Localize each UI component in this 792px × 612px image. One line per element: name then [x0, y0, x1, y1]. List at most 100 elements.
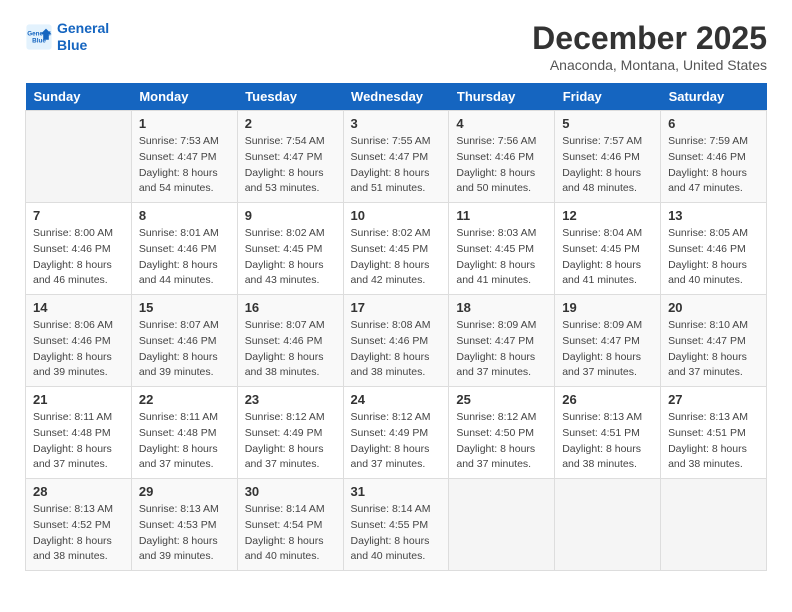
calendar-cell: 14 Sunrise: 8:06 AM Sunset: 4:46 PM Dayli…	[26, 295, 132, 387]
calendar-cell: 30 Sunrise: 8:14 AM Sunset: 4:54 PM Dayli…	[237, 479, 343, 571]
subtitle: Anaconda, Montana, United States	[532, 57, 767, 73]
day-info: Sunrise: 8:13 AM Sunset: 4:51 PM Dayligh…	[562, 410, 653, 473]
title-block: December 2025 Anaconda, Montana, United …	[532, 20, 767, 73]
calendar-table: SundayMondayTuesdayWednesdayThursdayFrid…	[25, 83, 767, 571]
day-number: 3	[351, 116, 442, 131]
day-number: 17	[351, 300, 442, 315]
day-number: 21	[33, 392, 124, 407]
day-number: 30	[245, 484, 336, 499]
day-info: Sunrise: 8:13 AM Sunset: 4:51 PM Dayligh…	[668, 410, 759, 473]
calendar-cell: 27 Sunrise: 8:13 AM Sunset: 4:51 PM Dayli…	[661, 387, 767, 479]
day-number: 2	[245, 116, 336, 131]
weekday-header-wednesday: Wednesday	[343, 83, 449, 111]
calendar-cell: 18 Sunrise: 8:09 AM Sunset: 4:47 PM Dayli…	[449, 295, 555, 387]
calendar-cell: 8 Sunrise: 8:01 AM Sunset: 4:46 PM Daylig…	[131, 203, 237, 295]
calendar-cell: 15 Sunrise: 8:07 AM Sunset: 4:46 PM Dayli…	[131, 295, 237, 387]
calendar-cell: 11Sunrise: 8:03 AM Sunset: 4:45 PM Dayli…	[449, 203, 555, 295]
header: General Blue General Blue December 2025 …	[25, 20, 767, 73]
day-number: 28	[33, 484, 124, 499]
day-info: Sunrise: 8:13 AM Sunset: 4:53 PM Dayligh…	[139, 502, 230, 565]
day-number: 11	[456, 208, 547, 223]
day-info: Sunrise: 7:53 AM Sunset: 4:47 PM Dayligh…	[139, 134, 230, 197]
day-info: Sunrise: 8:14 AM Sunset: 4:54 PM Dayligh…	[245, 502, 336, 565]
day-info: Sunrise: 7:55 AM Sunset: 4:47 PM Dayligh…	[351, 134, 442, 197]
day-info: Sunrise: 8:05 AM Sunset: 4:46 PM Dayligh…	[668, 226, 759, 289]
day-info: Sunrise: 8:12 AM Sunset: 4:49 PM Dayligh…	[351, 410, 442, 473]
day-info: Sunrise: 8:00 AM Sunset: 4:46 PM Dayligh…	[33, 226, 124, 289]
day-info: Sunrise: 7:56 AM Sunset: 4:46 PM Dayligh…	[456, 134, 547, 197]
day-number: 26	[562, 392, 653, 407]
calendar-cell: 17Sunrise: 8:08 AM Sunset: 4:46 PM Dayli…	[343, 295, 449, 387]
day-number: 7	[33, 208, 124, 223]
calendar-week-row: 14 Sunrise: 8:06 AM Sunset: 4:46 PM Dayli…	[26, 295, 767, 387]
calendar-cell: 21 Sunrise: 8:11 AM Sunset: 4:48 PM Dayli…	[26, 387, 132, 479]
day-info: Sunrise: 8:13 AM Sunset: 4:52 PM Dayligh…	[33, 502, 124, 565]
day-number: 8	[139, 208, 230, 223]
day-number: 20	[668, 300, 759, 315]
calendar-cell: 5 Sunrise: 7:57 AM Sunset: 4:46 PM Daylig…	[555, 111, 661, 203]
day-number: 15	[139, 300, 230, 315]
day-info: Sunrise: 8:11 AM Sunset: 4:48 PM Dayligh…	[33, 410, 124, 473]
calendar-cell: 7 Sunrise: 8:00 AM Sunset: 4:46 PM Daylig…	[26, 203, 132, 295]
day-number: 23	[245, 392, 336, 407]
day-info: Sunrise: 8:11 AM Sunset: 4:48 PM Dayligh…	[139, 410, 230, 473]
day-info: Sunrise: 8:04 AM Sunset: 4:45 PM Dayligh…	[562, 226, 653, 289]
calendar-cell	[26, 111, 132, 203]
day-info: Sunrise: 8:09 AM Sunset: 4:47 PM Dayligh…	[562, 318, 653, 381]
day-info: Sunrise: 7:59 AM Sunset: 4:46 PM Dayligh…	[668, 134, 759, 197]
calendar-cell: 31 Sunrise: 8:14 AM Sunset: 4:55 PM Dayli…	[343, 479, 449, 571]
calendar-cell: 22Sunrise: 8:11 AM Sunset: 4:48 PM Dayli…	[131, 387, 237, 479]
calendar-cell: 19Sunrise: 8:09 AM Sunset: 4:47 PM Dayli…	[555, 295, 661, 387]
calendar-week-row: 21 Sunrise: 8:11 AM Sunset: 4:48 PM Dayli…	[26, 387, 767, 479]
day-number: 4	[456, 116, 547, 131]
day-number: 29	[139, 484, 230, 499]
day-info: Sunrise: 8:02 AM Sunset: 4:45 PM Dayligh…	[351, 226, 442, 289]
day-info: Sunrise: 8:14 AM Sunset: 4:55 PM Dayligh…	[351, 502, 442, 565]
day-info: Sunrise: 8:12 AM Sunset: 4:50 PM Dayligh…	[456, 410, 547, 473]
day-number: 25	[456, 392, 547, 407]
day-number: 12	[562, 208, 653, 223]
weekday-header-tuesday: Tuesday	[237, 83, 343, 111]
day-number: 16	[245, 300, 336, 315]
weekday-header-sunday: Sunday	[26, 83, 132, 111]
calendar-cell: 6 Sunrise: 7:59 AM Sunset: 4:46 PM Daylig…	[661, 111, 767, 203]
calendar-cell: 9Sunrise: 8:02 AM Sunset: 4:45 PM Daylig…	[237, 203, 343, 295]
day-info: Sunrise: 7:57 AM Sunset: 4:46 PM Dayligh…	[562, 134, 653, 197]
day-number: 27	[668, 392, 759, 407]
day-info: Sunrise: 8:01 AM Sunset: 4:46 PM Dayligh…	[139, 226, 230, 289]
calendar-cell: 2 Sunrise: 7:54 AM Sunset: 4:47 PM Daylig…	[237, 111, 343, 203]
day-number: 6	[668, 116, 759, 131]
day-number: 14	[33, 300, 124, 315]
day-info: Sunrise: 8:09 AM Sunset: 4:47 PM Dayligh…	[456, 318, 547, 381]
page-container: General Blue General Blue December 2025 …	[25, 20, 767, 571]
day-number: 31	[351, 484, 442, 499]
day-info: Sunrise: 8:07 AM Sunset: 4:46 PM Dayligh…	[245, 318, 336, 381]
calendar-cell: 26 Sunrise: 8:13 AM Sunset: 4:51 PM Dayli…	[555, 387, 661, 479]
calendar-cell: 25 Sunrise: 8:12 AM Sunset: 4:50 PM Dayli…	[449, 387, 555, 479]
day-number: 10	[351, 208, 442, 223]
weekday-header-monday: Monday	[131, 83, 237, 111]
calendar-cell: 13 Sunrise: 8:05 AM Sunset: 4:46 PM Dayli…	[661, 203, 767, 295]
calendar-cell	[449, 479, 555, 571]
day-info: Sunrise: 8:06 AM Sunset: 4:46 PM Dayligh…	[33, 318, 124, 381]
day-info: Sunrise: 8:02 AM Sunset: 4:45 PM Dayligh…	[245, 226, 336, 289]
calendar-cell	[555, 479, 661, 571]
day-number: 24	[351, 392, 442, 407]
calendar-cell: 3 Sunrise: 7:55 AM Sunset: 4:47 PM Daylig…	[343, 111, 449, 203]
day-number: 1	[139, 116, 230, 131]
day-number: 18	[456, 300, 547, 315]
day-number: 5	[562, 116, 653, 131]
calendar-cell: 23Sunrise: 8:12 AM Sunset: 4:49 PM Dayli…	[237, 387, 343, 479]
main-title: December 2025	[532, 20, 767, 57]
calendar-cell: 10 Sunrise: 8:02 AM Sunset: 4:45 PM Dayli…	[343, 203, 449, 295]
weekday-header-row: SundayMondayTuesdayWednesdayThursdayFrid…	[26, 83, 767, 111]
calendar-cell: 4 Sunrise: 7:56 AM Sunset: 4:46 PM Daylig…	[449, 111, 555, 203]
weekday-header-friday: Friday	[555, 83, 661, 111]
day-info: Sunrise: 8:07 AM Sunset: 4:46 PM Dayligh…	[139, 318, 230, 381]
day-info: Sunrise: 8:10 AM Sunset: 4:47 PM Dayligh…	[668, 318, 759, 381]
calendar-cell: 1 Sunrise: 7:53 AM Sunset: 4:47 PM Daylig…	[131, 111, 237, 203]
day-number: 13	[668, 208, 759, 223]
day-info: Sunrise: 7:54 AM Sunset: 4:47 PM Dayligh…	[245, 134, 336, 197]
calendar-cell: 29 Sunrise: 8:13 AM Sunset: 4:53 PM Dayli…	[131, 479, 237, 571]
logo-icon: General Blue	[25, 23, 53, 51]
